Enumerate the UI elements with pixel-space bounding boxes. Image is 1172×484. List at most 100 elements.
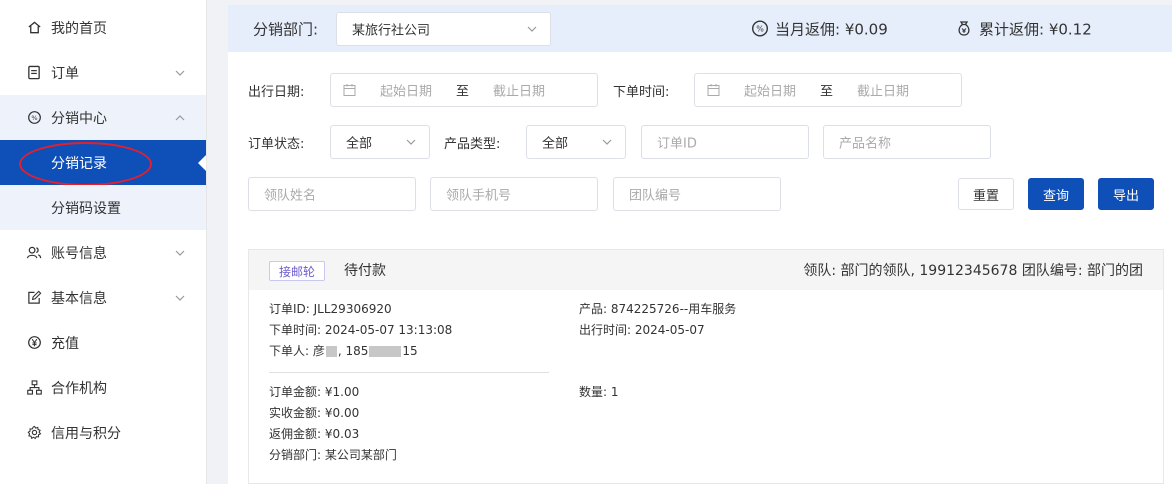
product-text: 产品: 874225726--用车服务 bbox=[579, 302, 737, 316]
order-amount-text: 订单金额: ¥1.00 bbox=[269, 385, 360, 399]
svg-text:%: % bbox=[31, 114, 37, 122]
sidebar-item-partners[interactable]: 合作机构 bbox=[0, 365, 206, 410]
sidebar-item-label: 基本信息 bbox=[51, 290, 107, 307]
sidebar-item-label: 充值 bbox=[51, 335, 79, 352]
order-icon bbox=[26, 65, 42, 81]
orderer-phone-prefix: , 185 bbox=[337, 344, 369, 358]
dept-select[interactable]: 某旅行社公司 bbox=[336, 12, 551, 46]
sidebar-item-label: 订单 bbox=[51, 65, 79, 82]
yen-icon bbox=[26, 335, 42, 351]
top-summary-bar: 分销部门: 某旅行社公司 % 当月返佣: ¥0.09 累计返佣: ¥0.12 bbox=[228, 5, 1172, 52]
sidebar: 我的首页 订单 % 分销中心 分销记录 分销码设置 账号信息 基本信息 充值 合… bbox=[0, 0, 207, 484]
sidebar-item-basic-info[interactable]: 基本信息 bbox=[0, 275, 206, 320]
search-button[interactable]: 查询 bbox=[1028, 178, 1084, 210]
orderer-text: 下单人: 彦 , 185 15 bbox=[269, 341, 418, 362]
order-time-text: 下单时间: 2024-05-07 13:13:08 bbox=[269, 323, 453, 337]
travel-time-text: 出行时间: 2024-05-07 bbox=[579, 323, 705, 337]
sidebar-item-distribution[interactable]: % 分销中心 bbox=[0, 95, 206, 140]
team-no-placeholder: 团队编号 bbox=[629, 188, 682, 204]
chevron-down-icon bbox=[174, 247, 186, 259]
product-category-tag: 接邮轮 bbox=[269, 261, 326, 281]
calendar-icon bbox=[707, 84, 720, 97]
order-list: 接邮轮 待付款 领队: 部门的领队, 19912345678 团队编号: 部门的… bbox=[228, 232, 1172, 484]
sidebar-item-home[interactable]: 我的首页 bbox=[0, 5, 206, 50]
order-status-value: 全部 bbox=[346, 136, 373, 152]
sidebar-item-recharge[interactable]: 充值 bbox=[0, 320, 206, 365]
leader-phone-input[interactable]: 领队手机号 bbox=[430, 177, 598, 211]
monthly-rebate-text: 当月返佣: ¥0.09 bbox=[775, 20, 888, 38]
monthly-rebate: % 当月返佣: ¥0.09 bbox=[751, 18, 888, 39]
sidebar-subitem-label: 分销码设置 bbox=[51, 200, 121, 217]
dept-select-value: 某旅行社公司 bbox=[352, 23, 431, 39]
sidebar-item-orders[interactable]: 订单 bbox=[0, 50, 206, 95]
travel-date-start: 起始日期 bbox=[380, 84, 433, 100]
filter-panel: 出行日期: 起始日期 至 截止日期 下单时间: 起始日期 至 截止日期 订单状态… bbox=[228, 52, 1172, 232]
sidebar-item-label: 账号信息 bbox=[51, 245, 107, 262]
travel-date-range[interactable]: 起始日期 至 截止日期 bbox=[330, 73, 598, 107]
leader-name-input[interactable]: 领队姓名 bbox=[248, 177, 416, 211]
chevron-up-icon bbox=[174, 112, 186, 124]
sidebar-subitem-label: 分销记录 bbox=[51, 155, 107, 172]
dept-label: 分销部门: bbox=[253, 20, 319, 38]
total-rebate: 累计返佣: ¥0.12 bbox=[955, 18, 1092, 39]
chevron-down-icon bbox=[405, 136, 417, 148]
order-card: 接邮轮 待付款 领队: 部门的领队, 19912345678 团队编号: 部门的… bbox=[248, 249, 1164, 484]
travel-date-label: 出行日期: bbox=[248, 85, 305, 100]
sidebar-item-account[interactable]: 账号信息 bbox=[0, 230, 206, 275]
rebate-amount-text: 返佣金额: ¥0.03 bbox=[269, 427, 360, 441]
orderer-name-prefix: 下单人: 彦 bbox=[269, 344, 325, 358]
travel-date-end: 截止日期 bbox=[493, 84, 546, 100]
edit-icon bbox=[26, 290, 42, 306]
team-no-input[interactable]: 团队编号 bbox=[613, 177, 781, 211]
sidebar-item-label: 分销中心 bbox=[51, 110, 107, 127]
sidebar-subitem-distribution-code[interactable]: 分销码设置 bbox=[0, 185, 206, 230]
chevron-down-icon bbox=[174, 67, 186, 79]
chevron-down-icon bbox=[601, 136, 613, 148]
order-card-header: 接邮轮 待付款 领队: 部门的领队, 19912345678 团队编号: 部门的… bbox=[249, 250, 1163, 290]
order-status-select[interactable]: 全部 bbox=[330, 125, 430, 159]
leader-name-placeholder: 领队姓名 bbox=[264, 188, 317, 204]
range-separator: 至 bbox=[820, 84, 834, 100]
home-icon bbox=[26, 20, 42, 36]
quantity-text: 数量: 1 bbox=[579, 385, 619, 399]
leader-info: 领队: 部门的领队, 19912345678 团队编号: 部门的团 bbox=[803, 263, 1143, 279]
active-indicator bbox=[198, 154, 206, 171]
product-name-input[interactable]: 产品名称 bbox=[823, 125, 991, 159]
org-icon bbox=[26, 380, 42, 396]
sidebar-item-credit[interactable]: 信用与积分 bbox=[0, 410, 206, 455]
chevron-down-icon bbox=[174, 292, 186, 304]
range-separator: 至 bbox=[456, 84, 470, 100]
sidebar-item-label: 我的首页 bbox=[51, 20, 107, 37]
dist-dept-text: 分销部门: 某公司某部门 bbox=[269, 448, 397, 462]
order-time-range[interactable]: 起始日期 至 截止日期 bbox=[694, 73, 962, 107]
reset-button[interactable]: 重置 bbox=[958, 178, 1014, 210]
product-name-placeholder: 产品名称 bbox=[839, 136, 892, 152]
order-id-text: 订单ID: JLL29306920 bbox=[269, 302, 392, 316]
order-id-input[interactable]: 订单ID bbox=[641, 125, 809, 159]
gear-icon bbox=[26, 425, 42, 441]
redacted-block bbox=[325, 346, 337, 357]
order-time-end: 截止日期 bbox=[857, 84, 910, 100]
order-status-label: 订单状态: bbox=[248, 137, 305, 152]
received-amount-text: 实收金额: ¥0.00 bbox=[269, 406, 360, 420]
product-type-select[interactable]: 全部 bbox=[526, 125, 626, 159]
sidebar-item-label: 合作机构 bbox=[51, 380, 107, 397]
section-divider bbox=[269, 372, 549, 373]
product-type-label: 产品类型: bbox=[444, 137, 501, 152]
total-rebate-text: 累计返佣: ¥0.12 bbox=[979, 20, 1092, 38]
distribution-icon: % bbox=[26, 110, 42, 126]
sidebar-subitem-distribution-records[interactable]: 分销记录 bbox=[0, 140, 206, 185]
leader-phone-placeholder: 领队手机号 bbox=[446, 188, 512, 204]
users-icon bbox=[26, 245, 42, 261]
order-status-text: 待付款 bbox=[344, 263, 386, 279]
export-button[interactable]: 导出 bbox=[1098, 178, 1154, 210]
order-time-start: 起始日期 bbox=[744, 84, 797, 100]
order-id-placeholder: 订单ID bbox=[657, 136, 697, 152]
redacted-block bbox=[369, 346, 402, 357]
svg-text:%: % bbox=[756, 25, 764, 34]
product-type-value: 全部 bbox=[542, 136, 569, 152]
orderer-phone-suffix: 15 bbox=[402, 344, 418, 358]
sidebar-item-label: 信用与积分 bbox=[51, 425, 121, 442]
order-time-label: 下单时间: bbox=[613, 85, 670, 100]
calendar-icon bbox=[343, 84, 356, 97]
